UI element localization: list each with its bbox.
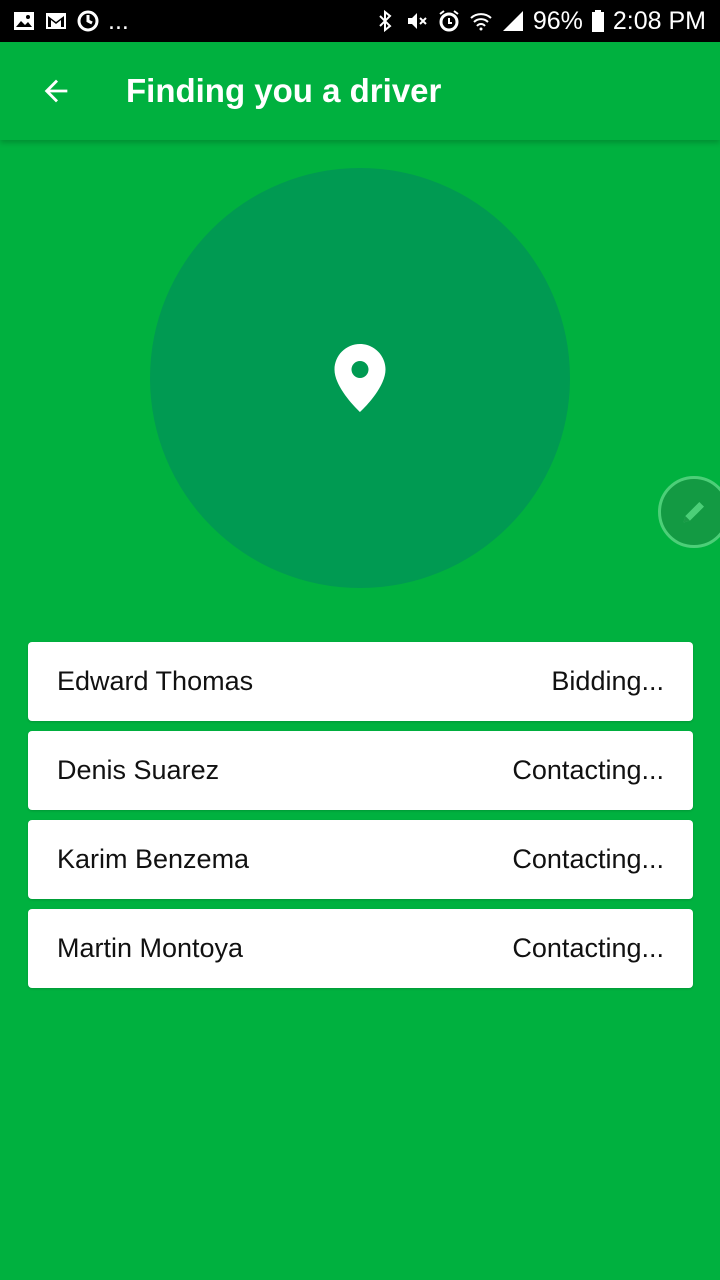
battery-icon [591,9,605,33]
battery-percent: 96% [532,6,583,35]
driver-name: Denis Suarez [57,755,220,785]
driver-name: Martin Montoya [57,933,244,963]
app-bar: Finding you a driver [0,42,720,140]
clock-time: 2:08 PM [612,6,706,35]
alarm-icon [437,9,461,33]
notification-overflow: ... [108,6,129,35]
status-bar-left: ... [12,7,129,36]
mute-icon [405,9,429,33]
driver-list: Edward Thomas Bidding... Denis Suarez Co… [28,642,693,998]
driver-row[interactable]: Karim Benzema Contacting... [28,820,693,899]
driver-row[interactable]: Denis Suarez Contacting... [28,731,693,810]
driver-status: Contacting... [512,844,664,874]
edit-button[interactable] [658,476,720,548]
driver-status: Bidding... [551,666,664,696]
driver-status: Contacting... [512,755,664,785]
driver-status: Contacting... [512,933,664,963]
back-button[interactable] [26,61,86,121]
bluetooth-icon [373,9,397,33]
search-radar-circle [150,168,570,588]
driver-row[interactable]: Martin Montoya Contacting... [28,909,693,988]
pencil-icon [683,502,704,523]
status-bar: ... 96% 2:08 PM [0,0,720,42]
status-bar-right: 96% 2:08 PM [373,7,706,36]
arrow-back-icon [44,79,68,103]
driver-name: Edward Thomas [57,666,254,696]
gmail-icon [44,9,68,33]
sync-icon [76,9,100,33]
image-icon [12,9,36,33]
wifi-icon [469,9,493,33]
signal-icon [501,9,525,33]
driver-name: Karim Benzema [57,844,250,874]
location-pin-icon [334,344,386,412]
driver-row[interactable]: Edward Thomas Bidding... [28,642,693,721]
page-title: Finding you a driver [126,72,442,109]
